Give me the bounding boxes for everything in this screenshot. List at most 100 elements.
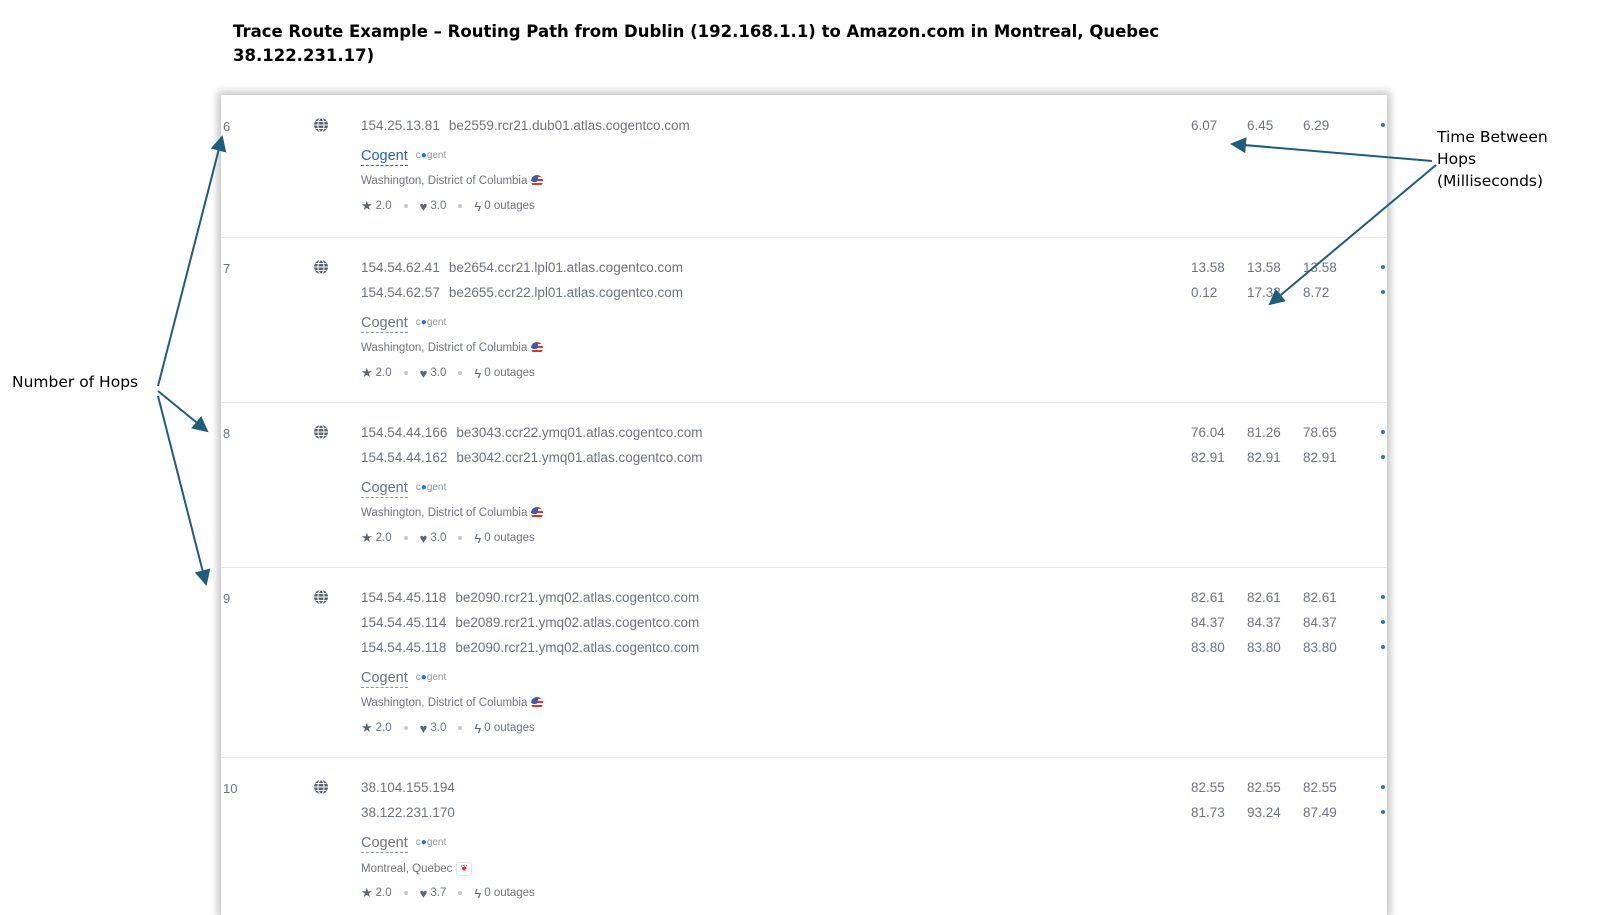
hop-number: 8 <box>223 426 231 441</box>
provider-link[interactable]: Cogent <box>361 670 408 688</box>
latency-ms: 82.55 <box>1303 780 1337 795</box>
hostname: be2089.rcr21.ymq02.atlas.cogentco.com <box>455 615 700 630</box>
latency-ms: 82.91 <box>1303 450 1337 465</box>
hostname: be3042.ccr21.ymq01.atlas.cogentco.com <box>456 450 703 465</box>
lightning-icon: ϟ <box>474 885 482 901</box>
latency-ms: 82.55 <box>1191 780 1225 795</box>
latency-ms: 84.37 <box>1191 615 1225 630</box>
separator-dot <box>403 726 408 730</box>
status-dot <box>1381 645 1385 649</box>
location-text: Washington, District of Columbia <box>361 507 528 520</box>
likes-value: 3.0 <box>430 532 447 544</box>
heart-icon: ♥ <box>419 885 428 901</box>
cogent-logo: c●gent <box>415 317 447 328</box>
latency-ms: 83.80 <box>1303 640 1337 655</box>
provider: Cogent c●gent <box>361 480 446 498</box>
separator-dot <box>403 204 408 208</box>
location: Montreal, Quebec ❦ <box>361 862 473 876</box>
provider-link[interactable]: Cogent <box>361 835 408 853</box>
us-flag-icon <box>531 507 544 519</box>
latency-ms: 76.04 <box>1191 425 1225 440</box>
status-dot <box>1381 595 1385 599</box>
hop-number: 10 <box>223 781 238 796</box>
latency-ms: 13.58 <box>1191 260 1225 275</box>
lightning-icon: ϟ <box>474 198 482 214</box>
status-dot <box>1381 810 1385 814</box>
latency-ms: 81.73 <box>1191 805 1225 820</box>
hops-arrow-6 <box>157 135 227 387</box>
hop-address: 154.54.62.57 be2655.ccr22.lpl01.atlas.cog… <box>361 285 683 300</box>
latency-ms: 82.55 <box>1247 780 1281 795</box>
ip-address: 38.122.231.170 <box>361 805 455 820</box>
heart-icon: ♥ <box>419 198 428 214</box>
hostname: be2654.ccr21.lpl01.atlas.cogentco.com <box>448 260 683 275</box>
location-text: Washington, District of Columbia <box>361 697 528 710</box>
latency-ms: 93.24 <box>1247 805 1281 820</box>
provider: Cogent c●gent <box>361 670 446 688</box>
location: Washington, District of Columbia <box>361 697 544 710</box>
page-title: Trace Route Example – Routing Path from … <box>233 22 1160 65</box>
provider-link[interactable]: Cogent <box>361 148 408 166</box>
hop-address: 154.54.44.166 be3043.ccr22.ymq01.atlas.co… <box>361 425 703 440</box>
hops-arrow-9 <box>157 395 211 586</box>
hostname: be2090.rcr21.ymq02.atlas.cogentco.com <box>455 640 700 655</box>
hop-address: 154.54.62.41 be2654.ccr21.lpl01.atlas.cog… <box>361 260 683 275</box>
status-dot <box>1381 455 1385 459</box>
location-text: Montreal, Quebec <box>361 863 453 876</box>
provider-link[interactable]: Cogent <box>361 315 408 333</box>
latency-ms: 82.61 <box>1247 590 1281 605</box>
likes-value: 3.0 <box>430 200 447 212</box>
us-flag-icon <box>531 175 544 187</box>
hop-stats: ★ 2.0 ♥ 3.0 ϟ 0 outages <box>361 365 535 381</box>
likes-value: 3.0 <box>430 367 447 379</box>
outages-value: 0 outages <box>484 722 535 734</box>
lightning-icon: ϟ <box>474 365 482 381</box>
provider: Cogent c●gent <box>361 835 446 853</box>
status-dot <box>1381 620 1385 624</box>
ip-address: 154.54.62.41 <box>361 260 440 275</box>
location: Washington, District of Columbia <box>361 175 544 188</box>
canada-flag-icon: ❦ <box>456 862 473 876</box>
traceroute-panel: 6 154.25.13.81 be2559.rcr21.dub01.atlas.co… <box>221 95 1387 915</box>
hop-address: 154.25.13.81 be2559.rcr21.dub01.atlas.cog… <box>361 118 690 133</box>
hostname: be2090.rcr21.ymq02.atlas.cogentco.com <box>455 590 700 605</box>
hop-stats: ★ 2.0 ♥ 3.7 ϟ 0 outages <box>361 885 535 901</box>
latency-ms: 83.80 <box>1191 640 1225 655</box>
hop-address: 154.54.45.118 be2090.rcr21.ymq02.atlas.co… <box>361 640 699 655</box>
rating-value: 2.0 <box>375 367 392 379</box>
ip-address: 38.104.155.194 <box>361 780 455 795</box>
status-dot <box>1381 785 1385 789</box>
likes-value: 3.0 <box>430 722 447 734</box>
separator-dot <box>403 891 408 895</box>
provider-link[interactable]: Cogent <box>361 480 408 498</box>
hop-number: 9 <box>223 591 231 606</box>
latency-ms: 82.61 <box>1303 590 1337 605</box>
separator-dot <box>458 726 463 730</box>
hop-number: 6 <box>223 119 231 134</box>
hop-number: 7 <box>223 261 231 276</box>
outages-value: 0 outages <box>484 532 535 544</box>
heart-icon: ♥ <box>419 720 428 736</box>
location-text: Washington, District of Columbia <box>361 342 528 355</box>
hops-annotation: Number of Hops <box>12 373 139 391</box>
hop-address: 154.54.45.118 be2090.rcr21.ymq02.atlas.co… <box>361 590 699 605</box>
time-annotation-line-2: Hops <box>1437 150 1477 168</box>
star-icon: ★ <box>361 720 373 735</box>
latency-ms: 83.80 <box>1247 640 1281 655</box>
cogent-logo: c●gent <box>415 150 447 161</box>
outages-value: 0 outages <box>484 200 535 212</box>
us-flag-icon <box>531 697 544 709</box>
latency-ms: 6.29 <box>1303 118 1330 133</box>
hop-row: 9 154.54.45.118 be2090.rcr21.ymq02.atlas.c… <box>221 567 1387 758</box>
latency-ms: 82.91 <box>1247 450 1281 465</box>
location-text: Washington, District of Columbia <box>361 175 528 188</box>
hops-arrow-8 <box>157 390 209 433</box>
hop-stats: ★ 2.0 ♥ 3.0 ϟ 0 outages <box>361 530 535 546</box>
separator-dot <box>458 371 463 375</box>
hop-address: 154.54.45.114 be2089.rcr21.ymq02.atlas.co… <box>361 615 699 630</box>
rating-value: 2.0 <box>375 887 392 899</box>
ip-address: 154.54.45.118 <box>361 640 447 655</box>
rating-value: 2.0 <box>375 722 392 734</box>
latency-ms: 13.58 <box>1247 260 1281 275</box>
latency-ms: 0.12 <box>1191 285 1218 300</box>
